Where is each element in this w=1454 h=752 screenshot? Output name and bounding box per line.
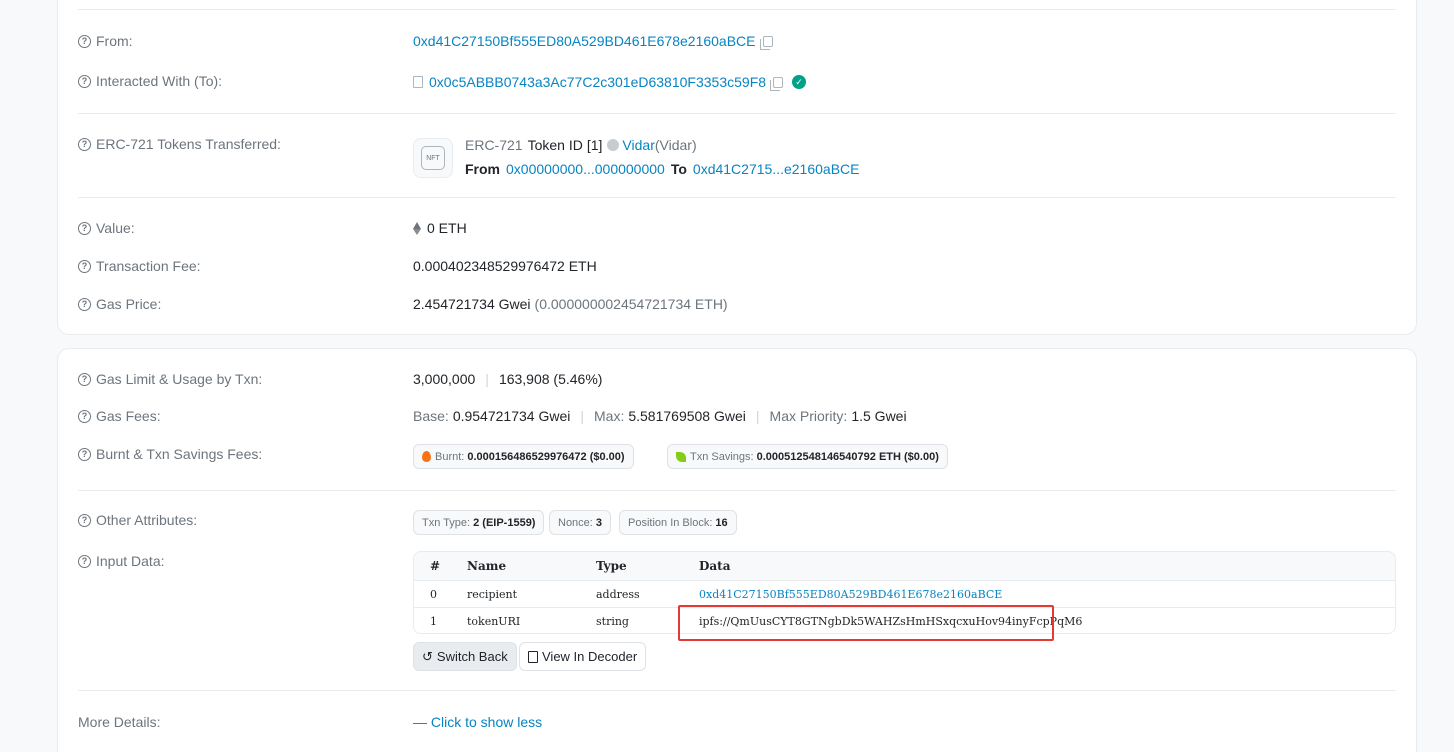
erc721-token-line: ERC-721 Token ID [1] Vidar (Vidar)	[465, 137, 697, 153]
from-value: 0xd41C27150Bf555ED80A529BD461E678e2160aB…	[413, 33, 773, 50]
eth-icon	[413, 221, 421, 235]
table-header: # Name Type Data	[430, 558, 731, 573]
more-details-label: More Details:	[78, 714, 161, 730]
transfer-to-address[interactable]: 0xd41C2715...e2160aBCE	[693, 161, 860, 177]
divider	[78, 113, 1396, 114]
txn-type-badge: Txn Type: 2 (EIP-1559)	[413, 510, 545, 535]
divider	[78, 9, 1396, 10]
collection-name: (Vidar)	[654, 137, 697, 153]
help-icon[interactable]: ?	[78, 137, 91, 151]
undo-icon: ↺	[422, 648, 433, 664]
copy-icon[interactable]	[759, 35, 773, 50]
nft-thumbnail[interactable]: NFT	[413, 138, 453, 178]
transfer-to-label: To	[670, 161, 687, 177]
input-data-label: ? Input Data:	[78, 553, 165, 569]
token-standard: ERC-721	[465, 137, 523, 153]
help-icon[interactable]: ?	[78, 297, 91, 311]
file-icon	[528, 650, 538, 663]
help-icon[interactable]: ?	[78, 409, 91, 423]
nft-icon: NFT	[421, 146, 445, 170]
help-icon[interactable]: ?	[78, 554, 91, 568]
erc721-label: ? ERC-721 Tokens Transferred:	[78, 136, 281, 152]
other-attributes-label: ? Other Attributes:	[78, 512, 197, 528]
separator: |	[485, 371, 489, 387]
token-id-label: Token ID	[527, 137, 583, 153]
view-in-decoder-button[interactable]: View In Decoder	[519, 642, 647, 671]
fire-icon	[422, 451, 431, 462]
divider	[78, 690, 1396, 691]
help-icon[interactable]: ?	[78, 221, 91, 235]
txn-savings-badge: Txn Savings: 0.000512548146540792 ETH ($…	[667, 444, 948, 469]
gas-fees-value: Base: 0.954721734 Gwei | Max: 5.58176950…	[413, 408, 907, 424]
value-label: ? Value:	[78, 220, 135, 236]
more-details-card: ? Gas Limit & Usage by Txn: 3,000,000 | 1…	[57, 348, 1417, 752]
transaction-fee-value: 0.000402348529976472 ETH	[413, 258, 597, 274]
contract-address-link[interactable]: 0x0c5ABBB0743a3Ac77C2c301eD63810F3353c59…	[429, 74, 766, 90]
switch-back-button[interactable]: ↺ Switch Back	[413, 642, 517, 671]
help-icon[interactable]: ?	[78, 447, 91, 461]
contract-file-icon	[413, 76, 423, 88]
separator: |	[580, 408, 584, 424]
transaction-fee-label: ? Transaction Fee:	[78, 258, 201, 274]
help-icon[interactable]: ?	[78, 513, 91, 527]
burnt-badge: Burnt: 0.000156486529976472 ($0.00)	[413, 444, 634, 469]
transfer-from-label: From	[465, 161, 500, 177]
leaf-icon	[676, 451, 686, 462]
burnt-savings-label: ? Burnt & Txn Savings Fees:	[78, 446, 262, 462]
gas-price-label: ? Gas Price:	[78, 296, 161, 312]
table-row: 0 recipient address 0xd41C27150Bf555ED80…	[414, 580, 1395, 607]
separator: |	[755, 408, 760, 424]
verified-check-icon: ✓	[792, 75, 807, 89]
position-badge: Position In Block: 16	[619, 510, 737, 535]
divider	[78, 197, 1396, 198]
recipient-address-link[interactable]: 0xd41C27150Bf555ED80A529BD461E678e2160aB…	[699, 588, 1002, 601]
help-icon[interactable]: ?	[78, 34, 91, 48]
value-amount: 0 ETH	[413, 220, 467, 236]
nonce-badge: Nonce: 3	[549, 510, 611, 535]
show-less-toggle[interactable]: — Click to show less	[413, 714, 542, 730]
help-icon[interactable]: ?	[78, 372, 91, 386]
token-id-value: [1]	[586, 137, 603, 153]
gas-limit-label: ? Gas Limit & Usage by Txn:	[78, 371, 262, 387]
gas-limit-value: 3,000,000 | 163,908 (5.46%)	[413, 371, 603, 387]
from-address-link[interactable]: 0xd41C27150Bf555ED80A529BD461E678e2160aB…	[413, 33, 756, 49]
interacted-with-value: 0x0c5ABBB0743a3Ac77C2c301eD63810F3353c59…	[413, 74, 807, 91]
transaction-overview-card: ? From: 0xd41C27150Bf555ED80A529BD461E678…	[57, 0, 1417, 335]
transfer-from-address[interactable]: 0x00000000...000000000	[506, 161, 665, 177]
collection-link[interactable]: Vidar	[622, 137, 654, 153]
divider	[78, 490, 1396, 491]
table-row: 1 tokenURI string ipfs://QmUusCYT8GTNgbD…	[414, 607, 1395, 633]
help-icon[interactable]: ?	[78, 259, 91, 273]
erc721-transfer-line: From 0x00000000...000000000 To 0xd41C271…	[465, 161, 859, 177]
interacted-with-label: ? Interacted With (To):	[78, 73, 222, 89]
token-uri-value[interactable]: ipfs://QmUusCYT8GTNgbDk5WAHZsHmHSxqcxuHo…	[699, 615, 1082, 628]
from-label: ? From:	[78, 33, 133, 49]
gas-price-value: 2.454721734 Gwei (0.000000002454721734 E…	[413, 296, 728, 312]
input-data-table: # Name Type Data 0 recipient address 0xd…	[413, 551, 1396, 634]
copy-icon[interactable]	[770, 76, 784, 91]
collection-icon	[607, 139, 620, 151]
gas-fees-label: ? Gas Fees:	[78, 408, 161, 424]
help-icon[interactable]: ?	[78, 74, 91, 88]
